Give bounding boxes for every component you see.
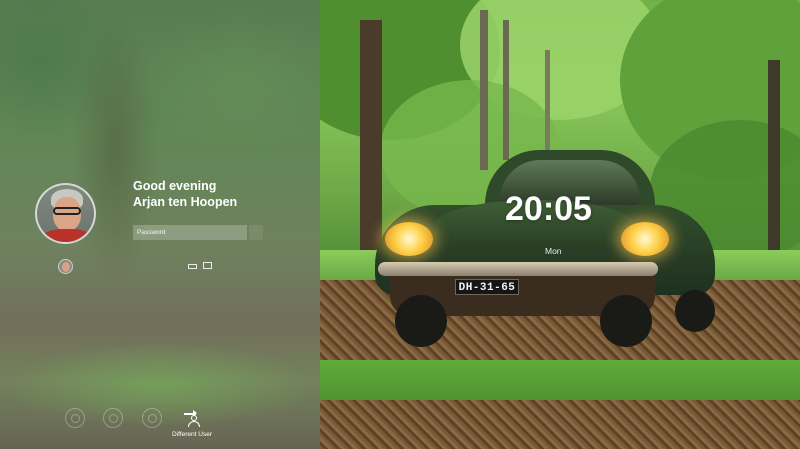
- clock-date: Mon: [545, 246, 562, 256]
- switch-user-icon: [182, 409, 202, 427]
- settings-icon[interactable]: [103, 408, 123, 428]
- accessibility-icon[interactable]: [65, 408, 85, 428]
- user-name: Arjan ten Hoopen: [133, 195, 238, 209]
- lock-screen-background: DH-31-65 20:05 Mon: [320, 0, 800, 449]
- monitor-icon[interactable]: [203, 262, 212, 269]
- license-plate: DH-31-65: [455, 279, 519, 295]
- different-user-label: Different User: [172, 431, 212, 438]
- submit-button[interactable]: [249, 225, 263, 240]
- keyboard-icon[interactable]: [188, 264, 197, 269]
- user-avatar[interactable]: [35, 183, 96, 244]
- greeting-block: Good evening Arjan ten Hoopen: [133, 178, 237, 210]
- user-avatar-small[interactable]: [58, 259, 73, 274]
- login-panel: Good evening Arjan ten Hoopen Different …: [0, 0, 320, 449]
- different-user-button[interactable]: Different User: [172, 409, 212, 439]
- clock-time: 20:05: [505, 190, 592, 228]
- password-input[interactable]: [133, 225, 247, 240]
- greeting-text: Good evening: [133, 179, 217, 193]
- power-icon[interactable]: [142, 408, 162, 428]
